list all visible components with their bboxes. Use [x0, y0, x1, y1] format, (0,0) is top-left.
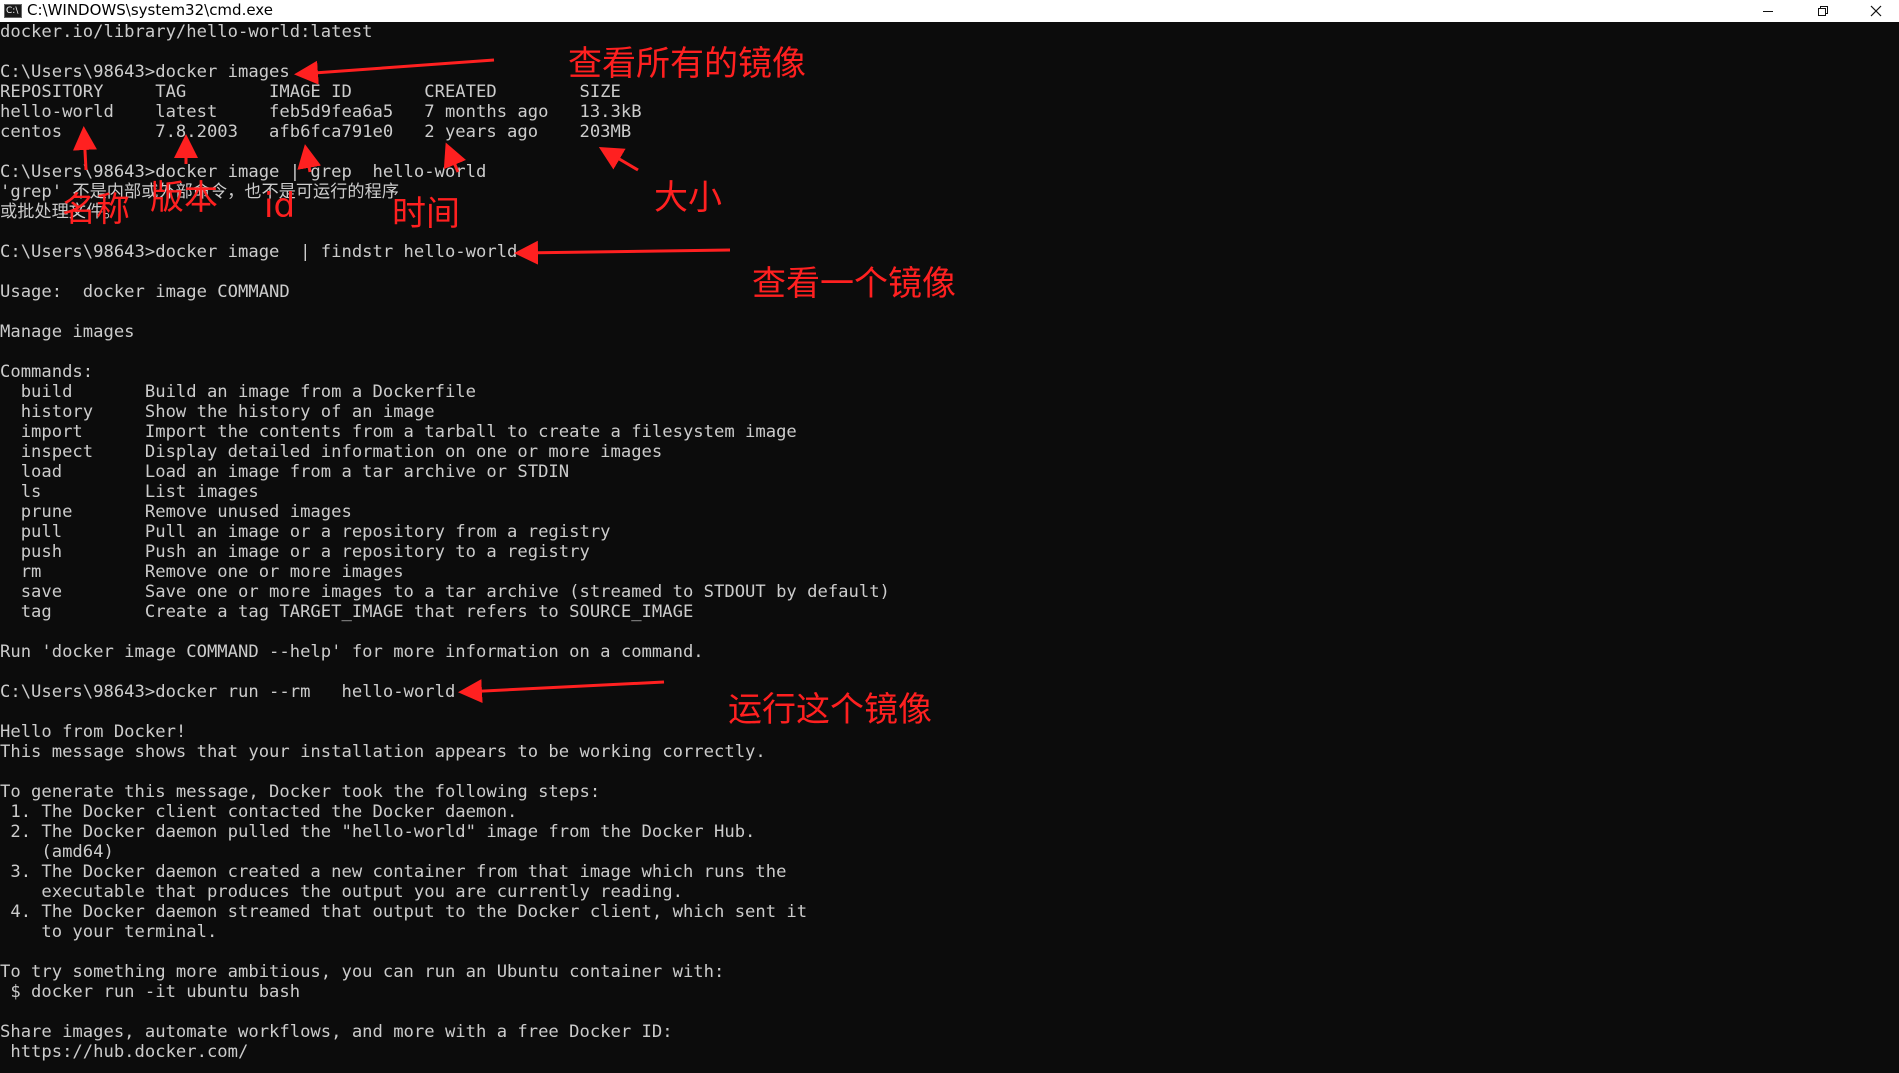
- close-icon: [1870, 5, 1882, 17]
- console-line: centos 7.8.2003 afb6fca791e0 2 years ago…: [0, 122, 632, 142]
- console-line: import Import the contents from a tarbal…: [0, 422, 797, 442]
- console-line: to your terminal.: [0, 922, 218, 942]
- console-line: 3. The Docker daemon created a new conta…: [0, 862, 787, 882]
- console-line: executable that produces the output you …: [0, 882, 683, 902]
- cmd-icon: C:\: [4, 4, 22, 18]
- console-line: C:\Users\98643>docker images: [0, 62, 290, 82]
- console-line: ls List images: [0, 482, 259, 502]
- console-line: 'grep' 不是内部或外部命令，也不是可运行的程序: [0, 182, 399, 202]
- console-line: 2. The Docker daemon pulled the "hello-w…: [0, 822, 756, 842]
- close-button[interactable]: [1853, 0, 1899, 22]
- restore-button[interactable]: [1800, 0, 1846, 22]
- console-line: C:\Users\98643>docker image | grep hello…: [0, 162, 487, 182]
- console-output[interactable]: docker.io/library/hello-world:latest C:\…: [0, 22, 1895, 1073]
- console-line: save Save one or more images to a tar ar…: [0, 582, 890, 602]
- console-line: Manage images: [0, 322, 135, 342]
- console-line: inspect Display detailed information on …: [0, 442, 663, 462]
- scrollbar[interactable]: [1895, 22, 1899, 1073]
- console-line: docker.io/library/hello-world:latest: [0, 22, 373, 42]
- console-line: https://hub.docker.com/: [0, 1042, 249, 1062]
- console-line: 4. The Docker daemon streamed that outpu…: [0, 902, 808, 922]
- minimize-icon: [1763, 11, 1773, 12]
- console-line: tag Create a tag TARGET_IMAGE that refer…: [0, 602, 694, 622]
- console-line: To generate this message, Docker took th…: [0, 782, 601, 802]
- console-line: C:\Users\98643>docker run --rm hello-wor…: [0, 682, 456, 702]
- console-line: hello-world latest feb5d9fea6a5 7 months…: [0, 102, 642, 122]
- console-line: Commands:: [0, 362, 94, 382]
- console-line: history Show the history of an image: [0, 402, 435, 422]
- console-line: (amd64): [0, 842, 114, 862]
- console-line: Hello from Docker!: [0, 722, 187, 742]
- window-title: C:\WINDOWS\system32\cmd.exe: [27, 1, 273, 19]
- console-line: push Push an image or a repository to a …: [0, 542, 590, 562]
- restore-icon: [1818, 6, 1828, 16]
- console-line: This message shows that your installatio…: [0, 742, 766, 762]
- console-line: load Load an image from a tar archive or…: [0, 462, 570, 482]
- console-line: Usage: docker image COMMAND: [0, 282, 290, 302]
- console-line: rm Remove one or more images: [0, 562, 404, 582]
- console-line: build Build an image from a Dockerfile: [0, 382, 476, 402]
- title-bar[interactable]: C:\ C:\WINDOWS\system32\cmd.exe: [0, 0, 1899, 22]
- console-line: To try something more ambitious, you can…: [0, 962, 725, 982]
- console-line: 或批处理文件。: [0, 202, 121, 222]
- minimize-button[interactable]: [1745, 0, 1791, 22]
- console-line: Run 'docker image COMMAND --help' for mo…: [0, 642, 704, 662]
- console-line: C:\Users\98643>docker image | findstr he…: [0, 242, 518, 262]
- console-line: pull Pull an image or a repository from …: [0, 522, 611, 542]
- console-line: 1. The Docker client contacted the Docke…: [0, 802, 518, 822]
- console-line: $ docker run -it ubuntu bash: [0, 982, 301, 1002]
- console-line: REPOSITORY TAG IMAGE ID CREATED SIZE: [0, 82, 621, 102]
- console-line: prune Remove unused images: [0, 502, 352, 522]
- console-line: Share images, automate workflows, and mo…: [0, 1022, 673, 1042]
